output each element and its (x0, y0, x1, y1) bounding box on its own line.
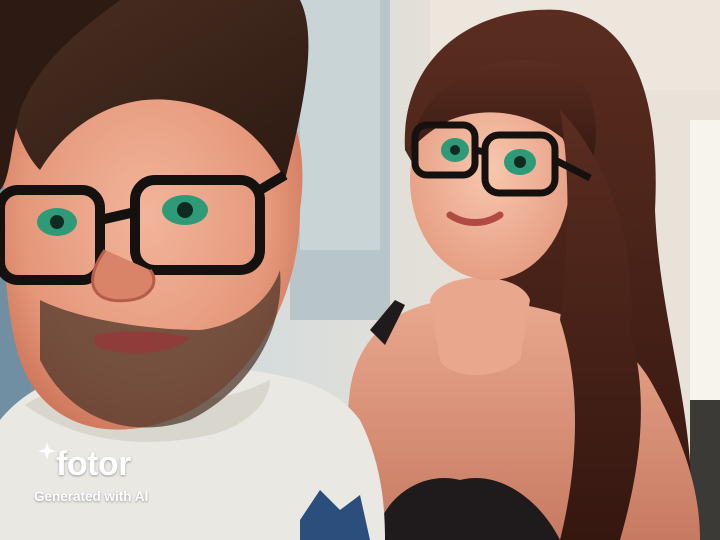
fotor-watermark: fotor Generated with AI (32, 440, 202, 512)
watermark-tagline: Generated with AI (34, 489, 149, 504)
image-canvas: fotor Generated with AI (0, 0, 720, 540)
sparkle-icon (38, 442, 56, 460)
watermark-brand: fotor (56, 445, 131, 483)
